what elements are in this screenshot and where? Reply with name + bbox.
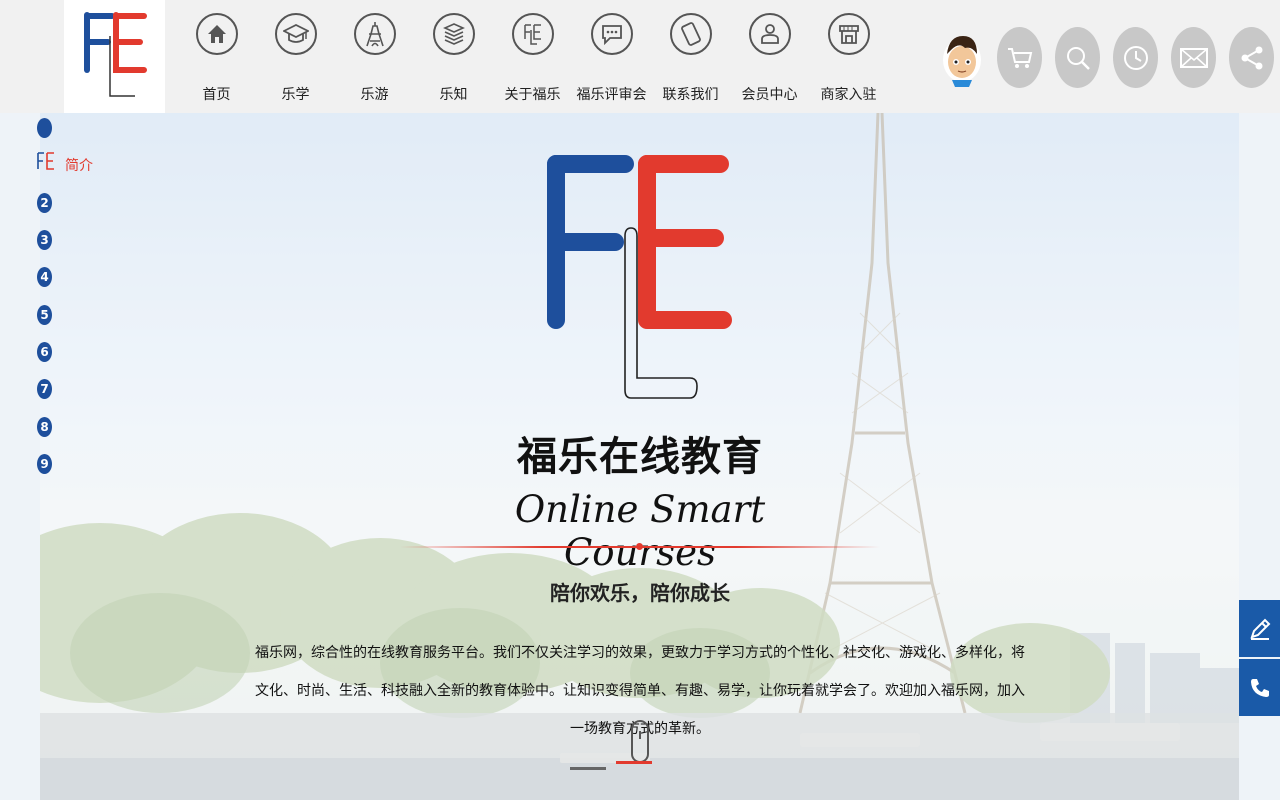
- mail-icon: [1179, 47, 1208, 68]
- history-button[interactable]: [1113, 27, 1158, 88]
- nav-knowledge[interactable]: 乐知: [414, 0, 493, 113]
- cart-button[interactable]: [997, 27, 1042, 88]
- hero-logo: [547, 155, 732, 399]
- nav-review-label: 福乐评审会: [576, 87, 647, 103]
- nav-learn[interactable]: 乐学: [256, 0, 335, 113]
- feedback-button[interactable]: [1239, 600, 1280, 657]
- scroll-mouse-icon[interactable]: [631, 720, 649, 763]
- hero-divider-dot: [636, 543, 643, 550]
- graduation-cap-icon: [275, 13, 317, 55]
- search-button[interactable]: [1055, 27, 1100, 88]
- nav-contact-label: 联系我们: [662, 87, 719, 103]
- eiffel-tower-icon: [354, 13, 396, 55]
- phone-button[interactable]: [1239, 659, 1280, 716]
- phone-icon: [1250, 678, 1269, 697]
- share-button[interactable]: [1229, 27, 1274, 88]
- nav-merchant[interactable]: 商家入驻: [809, 0, 888, 113]
- nav-knowledge-label: 乐知: [439, 87, 468, 103]
- phone-icon: [670, 13, 712, 55]
- nav-about-label: 关于福乐: [504, 87, 561, 103]
- nav-review[interactable]: 福乐评审会: [572, 0, 651, 113]
- user-avatar[interactable]: [939, 28, 985, 88]
- slide-indicator-1[interactable]: [570, 767, 606, 770]
- edit-icon: [1249, 618, 1270, 640]
- nav-about[interactable]: 关于福乐: [493, 0, 572, 113]
- book-stack-icon: [433, 13, 475, 55]
- home-icon: [196, 13, 238, 55]
- pager-dot-7[interactable]: 7: [37, 379, 52, 399]
- chat-bubble-icon: [591, 13, 633, 55]
- nav-travel[interactable]: 乐游: [335, 0, 414, 113]
- mail-button[interactable]: [1171, 27, 1216, 88]
- fle-logo-icon: [84, 12, 147, 97]
- nav-travel-label: 乐游: [360, 87, 389, 103]
- main-nav: 首页 乐学 乐游 乐知 关于福乐 福乐评审会 联系我们 会员中心 商家入驻: [177, 0, 888, 113]
- clock-icon: [1123, 45, 1148, 70]
- pager-dot-9[interactable]: 9: [37, 454, 52, 474]
- user-icon: [749, 13, 791, 55]
- nav-learn-label: 乐学: [281, 87, 310, 103]
- search-icon: [1066, 46, 1090, 70]
- site-logo[interactable]: [64, 0, 165, 113]
- nav-member[interactable]: 会员中心: [730, 0, 809, 113]
- pager-active-label[interactable]: 简介: [65, 155, 93, 175]
- hero-tagline: 陪你欢乐，陪你成长: [550, 581, 730, 605]
- pager-dot-5[interactable]: 5: [37, 305, 52, 325]
- pager-dot-6[interactable]: 6: [37, 342, 52, 362]
- nav-home-label: 首页: [202, 87, 231, 103]
- shop-icon: [828, 13, 870, 55]
- nav-member-label: 会员中心: [741, 87, 798, 103]
- fle-logo-icon: [512, 13, 554, 55]
- hero-title-cn: 福乐在线教育: [517, 434, 763, 480]
- cart-icon: [1007, 47, 1032, 68]
- fle-logo-icon: [37, 152, 54, 170]
- nav-merchant-label: 商家入驻: [820, 87, 877, 103]
- share-icon: [1241, 46, 1262, 69]
- nav-home[interactable]: 首页: [177, 0, 256, 113]
- pager-dot-8[interactable]: 8: [37, 417, 52, 437]
- slide-indicator-2[interactable]: [616, 761, 652, 764]
- pager-dot-3[interactable]: 3: [37, 230, 52, 250]
- hero-title-en: Online Smart Courses: [514, 488, 766, 574]
- pager-dot-4[interactable]: 4: [37, 267, 52, 287]
- pager-dot-top[interactable]: [37, 118, 52, 138]
- nav-contact[interactable]: 联系我们: [651, 0, 730, 113]
- top-navigation-bar: 首页 乐学 乐游 乐知 关于福乐 福乐评审会 联系我们 会员中心 商家入驻: [0, 0, 1280, 113]
- pager-dot-2[interactable]: 2: [37, 193, 52, 213]
